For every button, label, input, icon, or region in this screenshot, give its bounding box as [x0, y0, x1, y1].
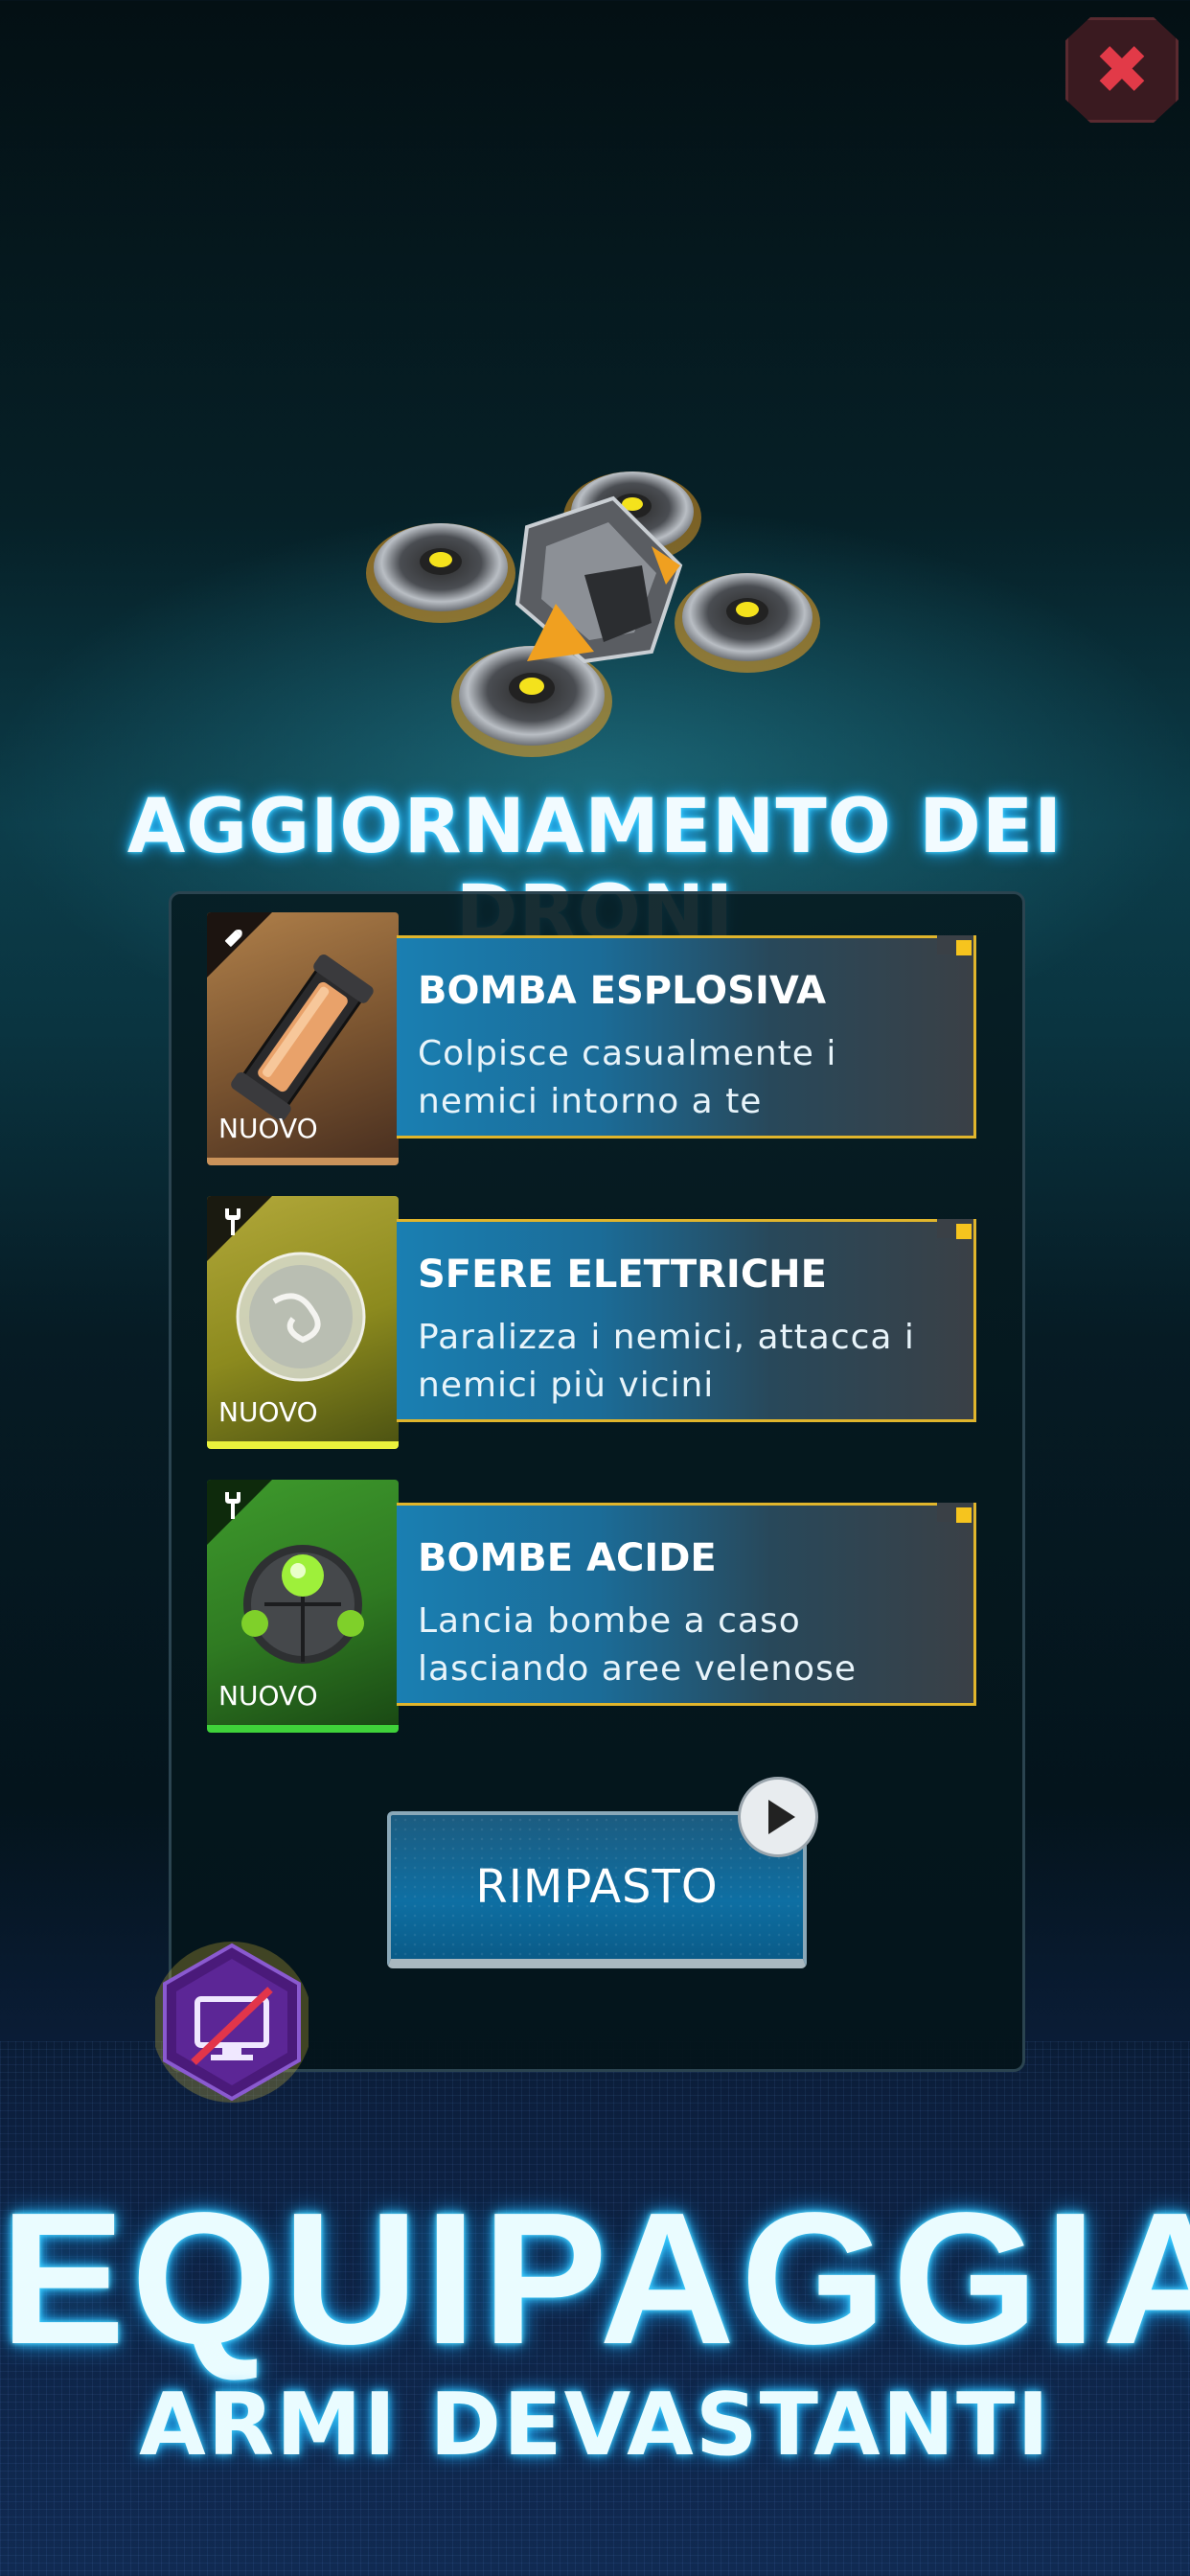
new-badge: NUOVO [218, 1680, 318, 1712]
promo-subheadline: ARMI DEVASTANTI [139, 2375, 1051, 2475]
bullet-icon [224, 929, 242, 947]
upgrade-thumbnail: NUOVO [207, 912, 399, 1165]
upgrade-name: BOMBA ESPLOSIVA [418, 969, 827, 1013]
close-icon: ✖ [1093, 31, 1151, 109]
promo-headline: EQUIPAGGIA [0, 2174, 1190, 2383]
upgrade-info: SFERE ELETTRICHE Paralizza i nemici, att… [397, 1219, 976, 1422]
upgrade-card-electric-spheres[interactable]: NUOVO SFERE ELETTRICHE Paralizza i nemic… [207, 1196, 983, 1449]
new-badge: NUOVO [218, 1396, 318, 1428]
play-icon [768, 1800, 795, 1834]
upgrade-card-acid-bombs[interactable]: NUOVO BOMBE ACIDE Lancia bombe a caso la… [207, 1480, 983, 1733]
indicator-dot [956, 940, 972, 955]
upgrade-card-explosive-bomb[interactable]: NUOVO BOMBA ESPLOSIVA Colpisce casualmen… [207, 912, 983, 1165]
upgrade-thumbnail: NUOVO [207, 1480, 399, 1733]
upgrade-thumbnail: NUOVO [207, 1196, 399, 1449]
drone-illustration [366, 472, 820, 757]
upgrade-info: BOMBE ACIDE Lancia bombe a caso lasciand… [397, 1503, 976, 1706]
upgrade-name: BOMBE ACIDE [418, 1536, 717, 1580]
upgrade-description: Paralizza i nemici, attacca i nemici più… [418, 1318, 915, 1405]
indicator-dot [956, 1224, 972, 1239]
indicator-dot [956, 1507, 972, 1523]
upgrade-description: Colpisce casualmente i nemici intorno a … [418, 1034, 837, 1121]
upgrade-info: BOMBA ESPLOSIVA Colpisce casualmente i n… [397, 935, 976, 1138]
upgrade-name: SFERE ELETTRICHE [418, 1253, 827, 1297]
upgrade-description: Lancia bombe a caso lasciando aree velen… [418, 1601, 857, 1689]
no-ads-icon[interactable] [155, 1938, 309, 2106]
reshuffle-label: RIMPASTO [475, 1860, 719, 1914]
wrench-icon [225, 1208, 240, 1235]
wrench-icon [225, 1492, 240, 1519]
close-button[interactable]: ✖ [1065, 17, 1179, 123]
watch-video-button[interactable] [738, 1777, 818, 1857]
new-badge: NUOVO [218, 1113, 318, 1144]
